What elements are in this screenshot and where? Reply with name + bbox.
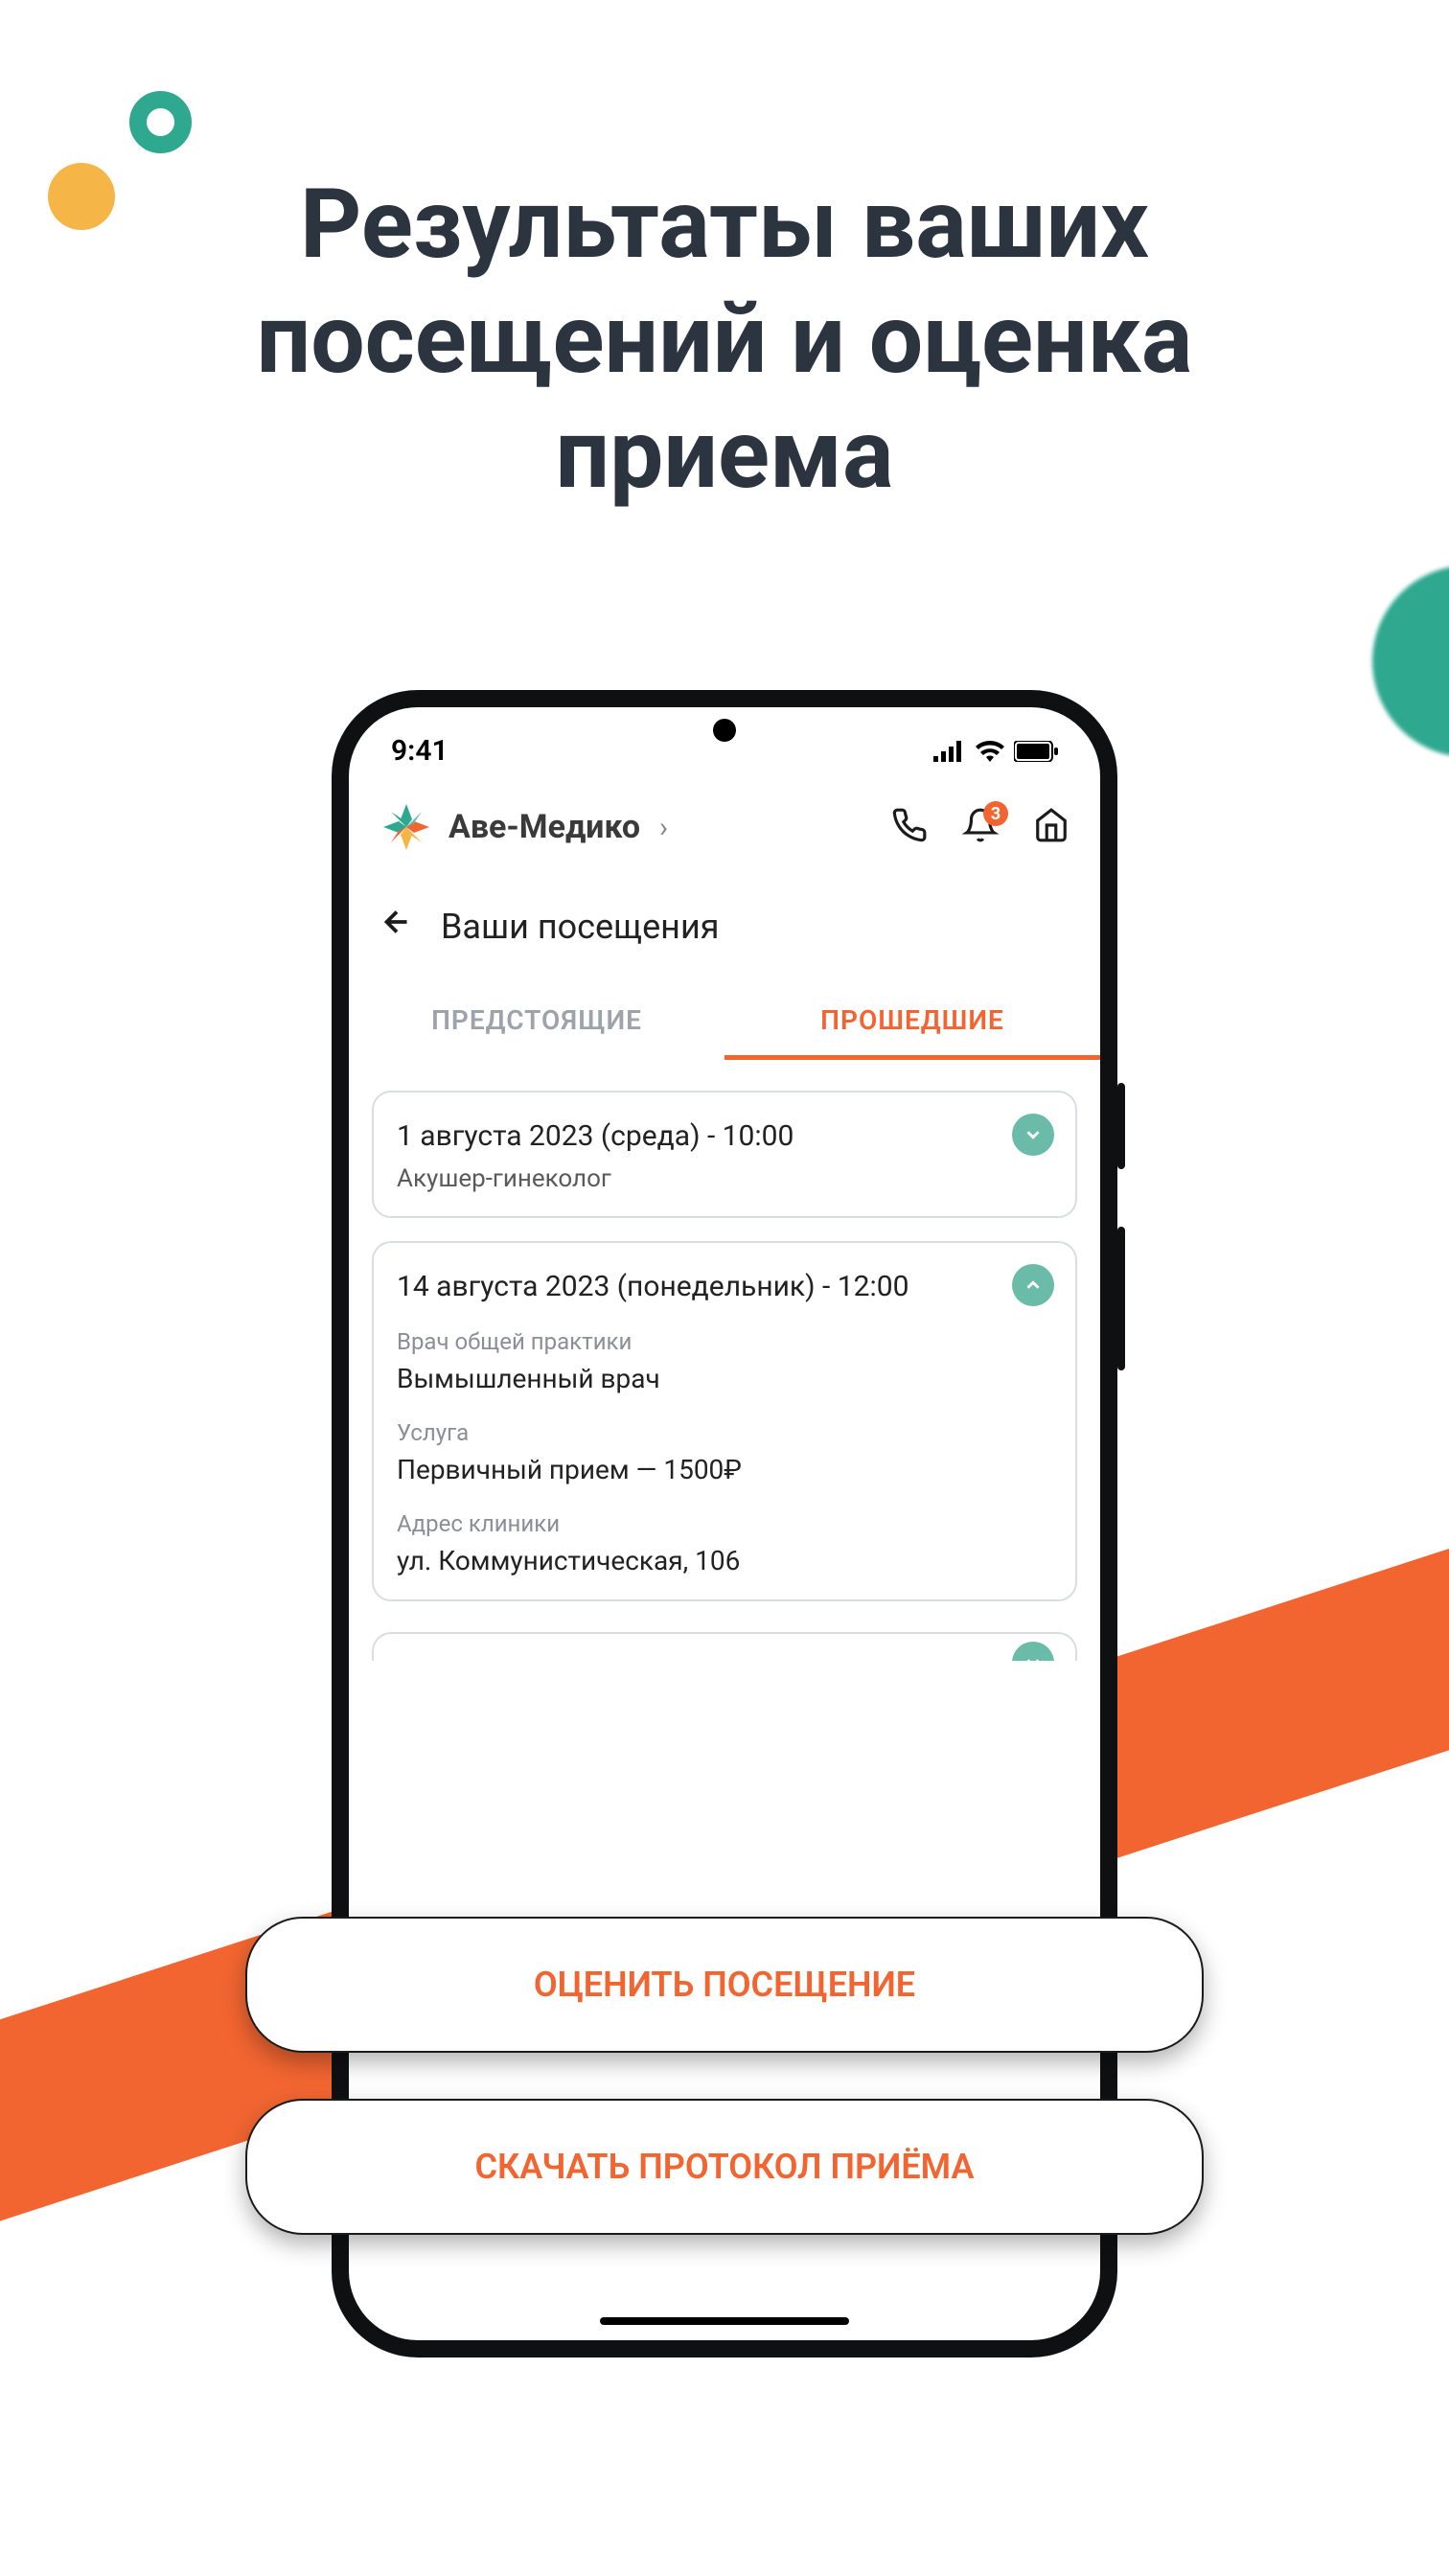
phone-screen: 9:41 Аве-Медико [349, 707, 1100, 2340]
page-title: Ваши посещения [441, 907, 719, 947]
doctor-role-label: Врач общей практики [397, 1328, 1052, 1355]
phone-camera-notch [713, 719, 736, 742]
collapse-button[interactable] [1012, 1264, 1054, 1306]
signal-icon [933, 741, 966, 762]
visits-list: 1 августа 2023 (среда) - 10:00 Акушер-ги… [349, 1060, 1100, 1632]
notifications-button[interactable]: 3 [962, 807, 999, 847]
arrow-left-icon [380, 905, 414, 939]
back-button[interactable] [380, 904, 414, 949]
status-bar: 9:41 [349, 707, 1100, 777]
phone-button[interactable] [891, 807, 928, 847]
tabs: ПРЕДСТОЯЩИЕ ПРОШЕДШИЕ [349, 964, 1100, 1060]
visit-card-collapsed[interactable]: 1 августа 2023 (среда) - 10:00 Акушер-ги… [372, 1091, 1077, 1218]
home-icon [1033, 807, 1070, 843]
expand-button[interactable] [1012, 1642, 1054, 1661]
expand-button[interactable] [1012, 1114, 1054, 1156]
page-nav: Ваши посещения [349, 877, 1100, 964]
home-button[interactable] [1033, 807, 1070, 847]
address-label: Адрес клиники [397, 1510, 1052, 1537]
wifi-icon [976, 741, 1004, 762]
battery-icon [1014, 741, 1058, 762]
decorative-ring [129, 91, 192, 153]
chevron-down-icon [1023, 1652, 1044, 1661]
hero-title: Результаты ваших посещений и оценка прие… [0, 168, 1449, 513]
rate-visit-button[interactable]: ОЦЕНИТЬ ПОСЕЩЕНИЕ [245, 1917, 1204, 2053]
phone-icon [891, 807, 928, 843]
phone-side-button [1117, 1227, 1125, 1370]
chevron-down-icon [1023, 1124, 1044, 1145]
visit-card-expanded[interactable]: 14 августа 2023 (понедельник) - 12:00 Вр… [372, 1241, 1077, 1601]
visit-specialty: Акушер-гинеколог [397, 1164, 1052, 1193]
phone-side-button [1117, 1083, 1125, 1169]
service-value: Первичный прием — 1500₽ [397, 1454, 1052, 1485]
service-label: Услуга [397, 1419, 1052, 1446]
tab-upcoming[interactable]: ПРЕДСТОЯЩИЕ [349, 985, 724, 1060]
doctor-name: Вымышленный врач [397, 1363, 1052, 1394]
chevron-up-icon [1023, 1275, 1044, 1296]
decorative-blob [1346, 539, 1449, 784]
download-protocol-button[interactable]: СКАЧАТЬ ПРОТОКОЛ ПРИЁМА [245, 2099, 1204, 2235]
home-indicator [600, 2317, 849, 2325]
visit-datetime: 14 августа 2023 (понедельник) - 12:00 [397, 1270, 1052, 1303]
chevron-right-icon[interactable]: › [659, 811, 668, 844]
brand-logo-icon [380, 800, 433, 854]
visit-datetime: 1 августа 2023 (среда) - 10:00 [397, 1119, 1052, 1153]
status-time: 9:41 [391, 734, 448, 768]
app-header: Аве-Медико › 3 [349, 777, 1100, 877]
visit-card-peek[interactable] [372, 1632, 1077, 1661]
status-icons [933, 741, 1058, 762]
brand-name[interactable]: Аве-Медико [448, 808, 640, 846]
tab-past[interactable]: ПРОШЕДШИЕ [724, 985, 1100, 1060]
address-value: ул. Коммунистическая, 106 [397, 1545, 1052, 1576]
notification-badge: 3 [983, 801, 1008, 826]
